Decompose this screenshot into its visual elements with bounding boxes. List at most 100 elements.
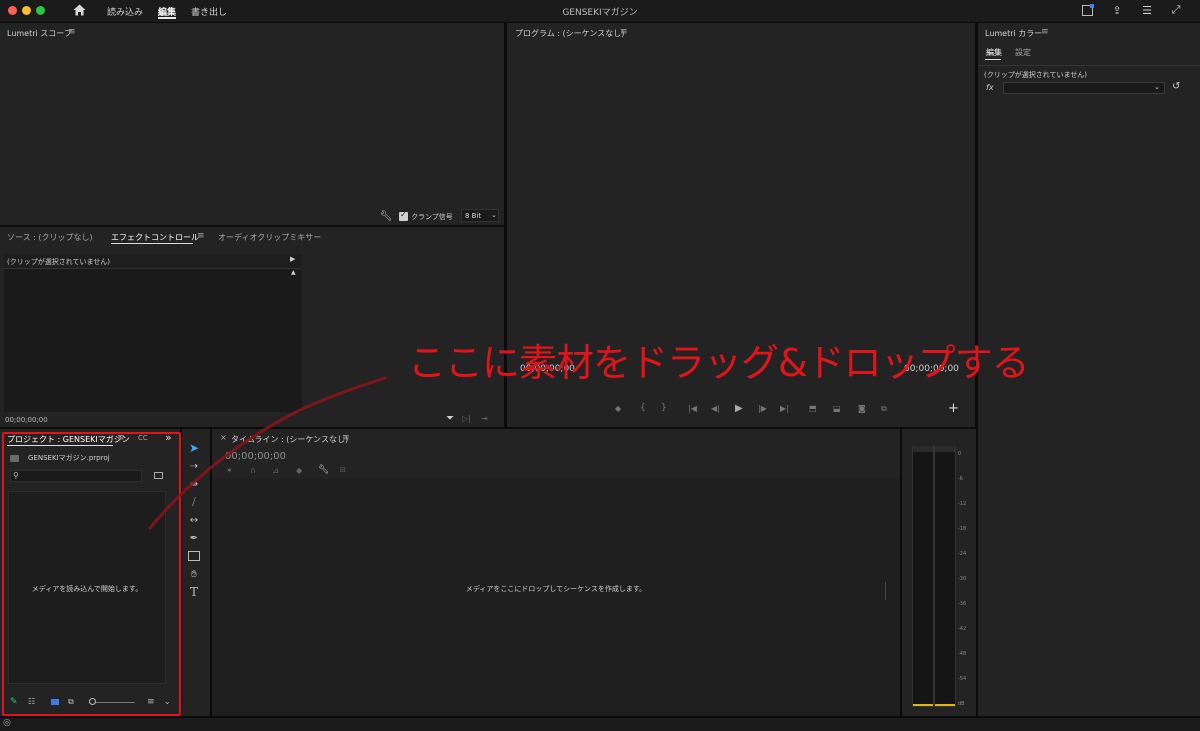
slip-tool-icon[interactable]: ↔ xyxy=(186,513,202,527)
bit-depth-select[interactable]: 8 Bit ⌄ xyxy=(461,209,499,222)
timeline-title[interactable]: タイムライン : (シーケンスなし) xyxy=(231,434,348,445)
meter-tick: dB xyxy=(958,701,965,707)
meter-tick: -24 xyxy=(958,551,967,557)
type-tool-icon[interactable]: T xyxy=(186,585,202,599)
audio-meter-peak-right xyxy=(935,446,955,452)
play-icon[interactable]: ▶ xyxy=(735,403,743,414)
comparison-view-icon[interactable]: ⧉ xyxy=(881,404,887,414)
timeline-empty-message: メディアをここにドロップしてシーケンスを作成します。 xyxy=(465,585,647,593)
status-bar: ◎ xyxy=(0,718,1200,731)
scroll-up-icon[interactable]: ▲ xyxy=(291,269,296,276)
expand-arrow-icon[interactable]: ▶ xyxy=(290,255,295,263)
meter-tick: -42 xyxy=(958,626,967,632)
audio-meter-right xyxy=(934,446,956,707)
highlight-box xyxy=(2,432,181,716)
nest-icon[interactable]: ✶ xyxy=(226,466,233,475)
fullscreen-icon[interactable]: ⤢ xyxy=(1169,3,1183,17)
panel-menu-icon[interactable]: ≡ xyxy=(620,27,628,37)
quick-export-icon[interactable] xyxy=(1080,3,1094,17)
play-only-icon[interactable]: ▷| xyxy=(462,414,471,423)
export-frame-icon[interactable]: ◙ xyxy=(858,404,866,413)
active-tab-underline xyxy=(111,243,193,244)
tab-lumetri-edit[interactable]: 編集 xyxy=(986,47,1002,58)
bit-depth-value: 8 Bit xyxy=(465,212,482,220)
tab-lumetri-settings[interactable]: 設定 xyxy=(1015,47,1031,58)
add-marker-icon[interactable]: ◆ xyxy=(615,404,621,413)
step-back-icon[interactable]: ◀| xyxy=(711,404,720,413)
meter-tick: -18 xyxy=(958,526,967,532)
mark-in-icon[interactable]: { xyxy=(640,403,646,413)
timeline-toolbar: ✶ ∩ ⊿ ◆ 🔧︎ ⊟ xyxy=(226,465,366,478)
wrench-icon[interactable]: 🔧︎ xyxy=(318,465,329,475)
meter-tick: -48 xyxy=(958,651,967,657)
meter-tick: 0 xyxy=(958,451,962,457)
linked-selection-icon[interactable]: ⊿ xyxy=(272,466,279,475)
wrench-icon[interactable]: 🔧︎ xyxy=(380,210,393,222)
timeline-timecode: 00;00;00;00 xyxy=(225,451,287,462)
lumetri-scope-title[interactable]: Lumetri スコープ xyxy=(7,28,72,39)
timeline-area xyxy=(4,268,302,412)
panel-menu-icon[interactable]: ≡ xyxy=(197,231,205,241)
active-tab-underline xyxy=(985,59,1001,60)
go-to-in-icon[interactable]: |◀ xyxy=(688,404,697,413)
panel-menu-icon[interactable]: ≡ xyxy=(1041,27,1049,37)
lumetri-color-title[interactable]: Lumetri カラー xyxy=(985,28,1042,39)
filter-icon[interactable]: ⏷ xyxy=(446,413,454,424)
reset-icon[interactable]: ↺ xyxy=(1172,81,1180,92)
meter-tick: -6 xyxy=(958,476,963,482)
tab-audio-clip-mixer[interactable]: オーディオクリップミキサー xyxy=(218,232,321,243)
audio-meter-peak-left xyxy=(913,446,933,452)
meter-tick: -36 xyxy=(958,601,967,607)
fx-icon: fx xyxy=(986,83,994,92)
title-bar: 読み込み 編集 書き出し GENSEKIマガジン ⇪ ☰ ⤢ xyxy=(0,0,1200,22)
timeline-panel: × タイムライン : (シーケンスなし) ≡ 00;00;00;00 ✶ ∩ ⊿… xyxy=(212,429,900,716)
mark-out-icon[interactable]: } xyxy=(661,403,667,413)
audio-meter-panel xyxy=(902,429,976,716)
scroll-indicator[interactable] xyxy=(885,582,886,600)
lumetri-scope-panel: Lumetri スコープ ≡ 🔧︎ ✓ クランプ信号 8 Bit ⌄ xyxy=(0,23,504,225)
audio-meter-left xyxy=(912,446,934,707)
ripple-edit-tool-icon[interactable]: ⇹ xyxy=(186,477,202,491)
panel-menu-icon[interactable]: ≡ xyxy=(342,433,350,443)
add-button-icon[interactable]: + xyxy=(948,401,959,416)
workspace-menu-icon[interactable]: ☰ xyxy=(1140,3,1154,17)
source-timecode: 00;00;00;00 xyxy=(5,416,48,424)
captions-icon[interactable]: ⊟ xyxy=(340,466,346,474)
close-icon[interactable]: × xyxy=(220,433,227,442)
effect-select[interactable]: ⌄ xyxy=(1003,82,1165,94)
extract-icon[interactable]: ⬓ xyxy=(833,404,841,413)
meter-tick: -12 xyxy=(958,501,967,507)
no-clip-message: (クリップが選択されていません) xyxy=(7,258,111,266)
track-select-tool-icon[interactable]: ⇢ xyxy=(186,459,202,473)
step-forward-icon[interactable]: |▶ xyxy=(758,404,767,413)
clamp-signal-checkbox[interactable]: ✓ xyxy=(399,210,408,221)
program-title[interactable]: プログラム : (シーケンスなし) xyxy=(515,28,624,39)
share-icon[interactable]: ⇪ xyxy=(1110,3,1124,17)
background-tasks-icon[interactable]: ◎ xyxy=(3,718,11,728)
pen-tool-icon[interactable]: ✒ xyxy=(186,531,202,545)
selection-tool-icon[interactable]: ➤ xyxy=(186,441,202,455)
chevron-down-icon: ⌄ xyxy=(491,211,497,219)
tab-source[interactable]: ソース : (クリップなし) xyxy=(7,232,93,243)
effect-controls-panel: ソース : (クリップなし) エフェクトコントロール ≡ オーディオクリップミキ… xyxy=(0,227,504,427)
transport-controls: ◆ { } |◀ ◀| ▶ |▶ ▶| ⬒ ⬓ ◙ ⧉ + xyxy=(607,401,959,417)
audio-level-right xyxy=(935,704,955,706)
timeline-tracks-area[interactable] xyxy=(212,479,900,716)
clamp-signal-label: クランプ信号 xyxy=(411,213,453,221)
divider xyxy=(978,65,1200,66)
add-marker-icon[interactable]: ◆ xyxy=(296,466,302,475)
razor-tool-icon[interactable]: ⧸ xyxy=(186,495,202,509)
panel-menu-icon[interactable]: ≡ xyxy=(68,27,76,37)
chevron-down-icon: ⌄ xyxy=(1154,83,1160,91)
project-title: GENSEKIマガジン xyxy=(562,8,638,18)
rectangle-tool-icon[interactable] xyxy=(186,549,202,563)
lift-icon[interactable]: ⬒ xyxy=(809,404,817,413)
effect-controls-body: (クリップが選択されていません) ▶ ▲ xyxy=(4,254,302,412)
export-icon[interactable]: ⇥ xyxy=(481,414,488,423)
annotation-text: ここに素材をドラッグ&ドロップする xyxy=(408,341,1030,385)
snap-icon[interactable]: ∩ xyxy=(250,466,256,475)
hand-tool-icon[interactable]: ✋︎ xyxy=(186,567,202,581)
go-to-out-icon[interactable]: ▶| xyxy=(780,404,789,413)
no-clip-message: (クリップが選択されていません) xyxy=(984,71,1088,79)
tab-effect-controls[interactable]: エフェクトコントロール xyxy=(111,232,199,243)
